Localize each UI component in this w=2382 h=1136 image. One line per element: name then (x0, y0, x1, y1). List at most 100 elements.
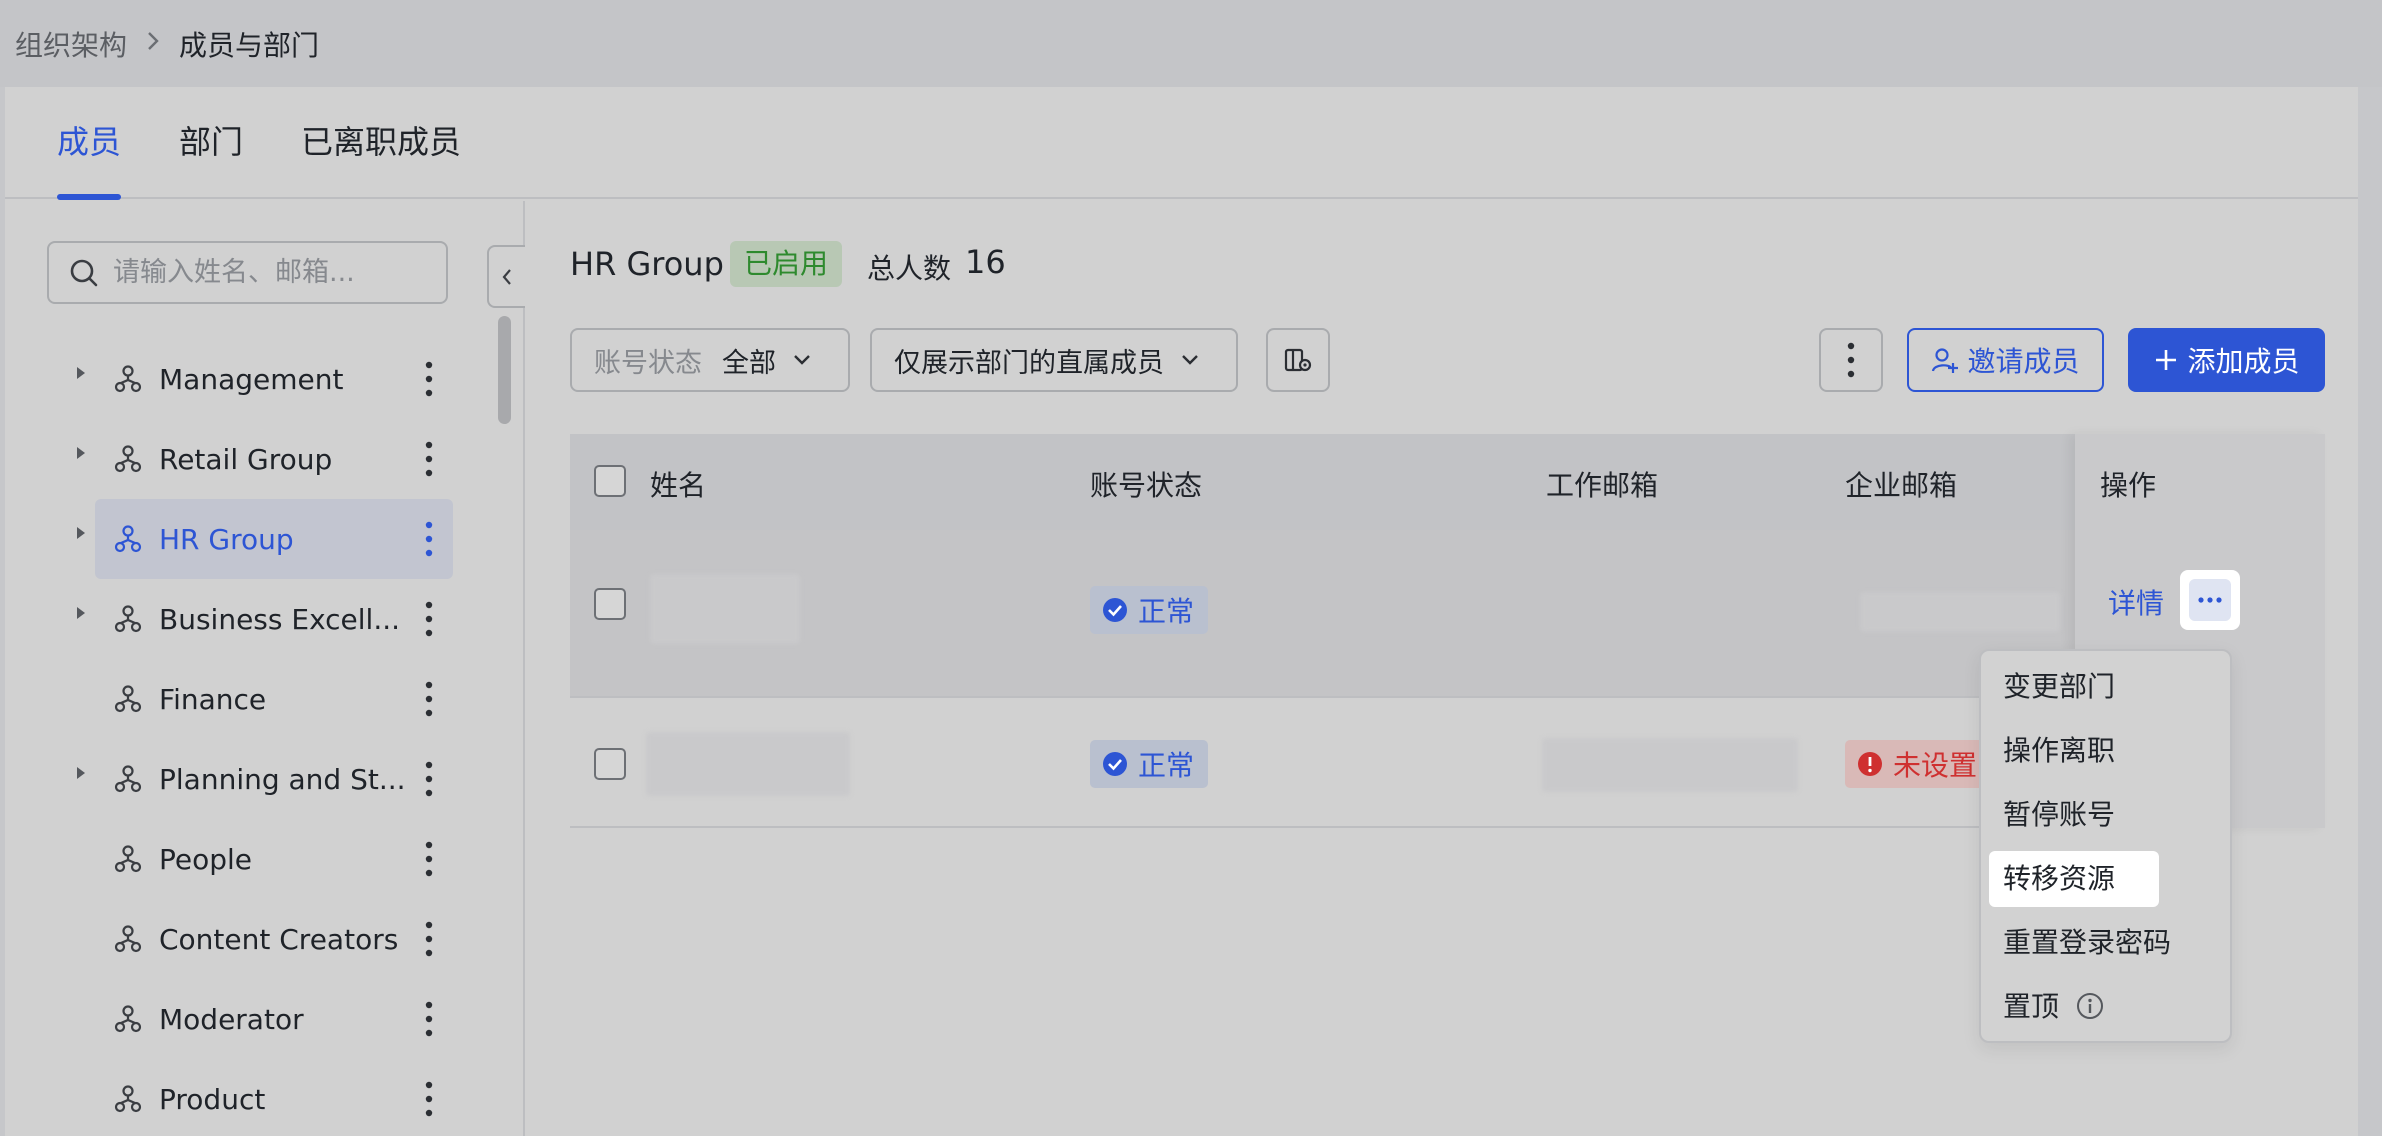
dept-item-business-excellence[interactable]: Business Excell... (77, 579, 453, 659)
menu-item-offboard[interactable]: 操作离职 (1989, 723, 2159, 779)
scrollbar-thumb[interactable] (498, 316, 511, 424)
blurred-name (650, 574, 800, 644)
pin-top-label: 置顶 (2003, 990, 2060, 1023)
more-vertical-icon (1847, 342, 1855, 378)
enterprise-email-warning: 未设置 (1845, 740, 1990, 788)
member-scope-filter[interactable]: 仅展示部门的直属成员 (870, 328, 1238, 392)
breadcrumb-parent[interactable]: 组织架构 (15, 24, 127, 64)
org-structure-icon (114, 525, 142, 553)
chevron-down-icon (1182, 355, 1198, 365)
dept-item-hr-group[interactable]: HR Group (77, 499, 453, 579)
menu-item-pin-top[interactable]: 置顶 (1989, 979, 2159, 1035)
total-label: 总人数 (867, 252, 952, 285)
select-all-checkbox[interactable] (594, 465, 626, 497)
exclamation-circle-icon (1858, 752, 1882, 776)
more-vertical-icon[interactable] (425, 919, 433, 959)
collapse-sidebar-button[interactable] (487, 245, 525, 308)
more-vertical-icon[interactable] (425, 359, 433, 399)
col-name: 姓名 (650, 469, 707, 502)
check-circle-icon (1103, 598, 1127, 622)
caret-right-icon[interactable] (75, 605, 87, 621)
more-vertical-icon[interactable] (425, 999, 433, 1039)
dept-item-planning-strategy[interactable]: Planning and St... (77, 739, 453, 819)
column-settings-icon (1284, 348, 1312, 372)
org-structure-icon (114, 845, 142, 873)
info-icon[interactable] (2076, 992, 2104, 1020)
status-badge: 正常 (1090, 740, 1209, 788)
page-title: HR Group (570, 245, 724, 283)
more-vertical-icon[interactable] (425, 759, 433, 799)
dept-item-people[interactable]: People (95, 819, 453, 899)
dept-item-product[interactable]: Product (95, 1059, 453, 1136)
dept-item-content-creators[interactable]: Content Creators (95, 899, 453, 979)
more-vertical-icon[interactable] (425, 519, 433, 559)
total-count: 16 (965, 243, 1006, 281)
search-icon (70, 259, 98, 286)
caret-right-icon[interactable] (75, 765, 87, 781)
org-structure-icon (114, 765, 142, 793)
search-input[interactable] (113, 257, 433, 288)
dept-label: Management (159, 362, 344, 396)
blurred-name (646, 732, 850, 796)
menu-item-transfer-resources[interactable]: 转移资源 (1989, 851, 2159, 907)
add-label: 添加成员 (2187, 345, 2300, 378)
invite-label: 邀请成员 (1967, 345, 2080, 378)
more-vertical-icon[interactable] (425, 439, 433, 479)
dept-label: Finance (159, 682, 267, 716)
row-checkbox[interactable] (594, 588, 626, 620)
org-structure-icon (114, 1005, 142, 1033)
chevron-left-icon (502, 268, 511, 285)
search-box[interactable] (47, 241, 448, 304)
org-structure-icon (114, 365, 142, 393)
invite-member-button[interactable]: 邀请成员 (1907, 328, 2104, 392)
breadcrumb: 组织架构 成员与部门 (0, 0, 2382, 87)
add-user-icon (1932, 348, 1959, 373)
filter-label: 账号状态 (594, 347, 702, 379)
blurred-email (1860, 592, 2060, 632)
breadcrumb-current: 成员与部门 (179, 28, 320, 62)
dept-label: HR Group (159, 522, 294, 556)
sidebar-scrollbar[interactable] (495, 306, 513, 1136)
caret-right-icon[interactable] (75, 445, 87, 461)
dept-label: Product (159, 1082, 266, 1116)
column-settings-button[interactable] (1266, 328, 1330, 392)
blurred-email (1542, 738, 1798, 792)
dept-item-management[interactable]: Management (77, 339, 453, 419)
tab-members[interactable]: 成员 (57, 86, 122, 200)
more-vertical-icon[interactable] (425, 599, 433, 639)
dept-item-moderator[interactable]: Moderator (95, 979, 453, 1059)
row-actions-menu: 变更部门 操作离职 暂停账号 转移资源 重置登录密码 置顶 (1979, 649, 2232, 1043)
more-actions-button[interactable] (1819, 328, 1883, 392)
more-vertical-icon[interactable] (425, 1079, 433, 1119)
dept-item-retail-group[interactable]: Retail Group (77, 419, 453, 499)
warning-text: 未设置 (1893, 749, 1978, 782)
menu-item-reset-password[interactable]: 重置登录密码 (1989, 915, 2219, 971)
tab-bar: 成员 部门 已离职成员 (5, 86, 2358, 200)
caret-right-icon[interactable] (75, 365, 87, 381)
menu-item-change-department[interactable]: 变更部门 (1989, 659, 2159, 715)
org-structure-icon (114, 685, 142, 713)
detail-link[interactable]: 详情 (2108, 582, 2164, 622)
filter-value: 全部 (722, 347, 776, 379)
dept-label: Content Creators (159, 922, 399, 956)
col-work-email: 工作邮箱 (1546, 469, 1659, 502)
status-text: 正常 (1138, 595, 1195, 628)
chevron-down-icon (794, 355, 810, 365)
row-checkbox[interactable] (594, 748, 626, 780)
tab-departed-members[interactable]: 已离职成员 (301, 86, 461, 198)
filter-value: 仅展示部门的直属成员 (894, 347, 1164, 379)
account-status-filter[interactable]: 账号状态 全部 (570, 328, 850, 392)
more-vertical-icon[interactable] (425, 679, 433, 719)
more-vertical-icon[interactable] (425, 839, 433, 879)
caret-right-icon[interactable] (75, 525, 87, 541)
add-member-button[interactable]: 添加成员 (2128, 328, 2325, 392)
status-badge: 已启用 (730, 241, 843, 287)
status-badge: 正常 (1090, 586, 1209, 634)
tab-departments[interactable]: 部门 (179, 86, 243, 198)
org-structure-icon (114, 1085, 142, 1113)
row-more-button[interactable] (2180, 570, 2240, 630)
menu-item-suspend-account[interactable]: 暂停账号 (1989, 787, 2159, 843)
dept-item-finance[interactable]: Finance (95, 659, 453, 739)
col-enterprise-email: 企业邮箱 (1845, 469, 1958, 502)
dept-label: People (159, 842, 253, 876)
